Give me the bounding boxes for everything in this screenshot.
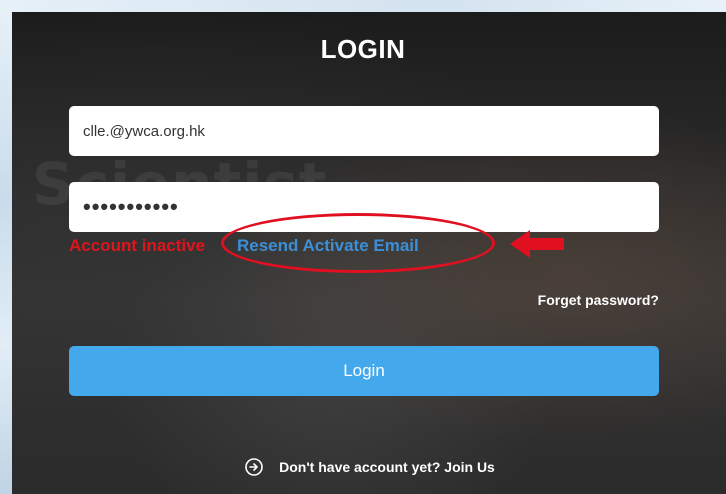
page-title: LOGIN — [320, 34, 406, 64]
top-margin — [0, 0, 726, 12]
error-message: Account inactive — [69, 236, 206, 255]
join-row: Don't have account yet? Join Us — [0, 458, 726, 476]
login-button[interactable]: Login — [69, 346, 659, 396]
left-margin — [0, 0, 12, 494]
join-us-link[interactable]: Don't have account yet? Join Us — [279, 459, 495, 475]
email-field[interactable] — [69, 106, 659, 156]
password-mask: ••••••••••• — [83, 194, 179, 219]
annotation-arrow-icon — [510, 230, 564, 258]
forget-password-link[interactable]: Forget password? — [538, 292, 659, 308]
annotation-circle — [221, 213, 495, 273]
arrow-circle-right-icon — [245, 458, 263, 476]
status-row: Account inactive Resend Activate Email — [69, 236, 419, 256]
